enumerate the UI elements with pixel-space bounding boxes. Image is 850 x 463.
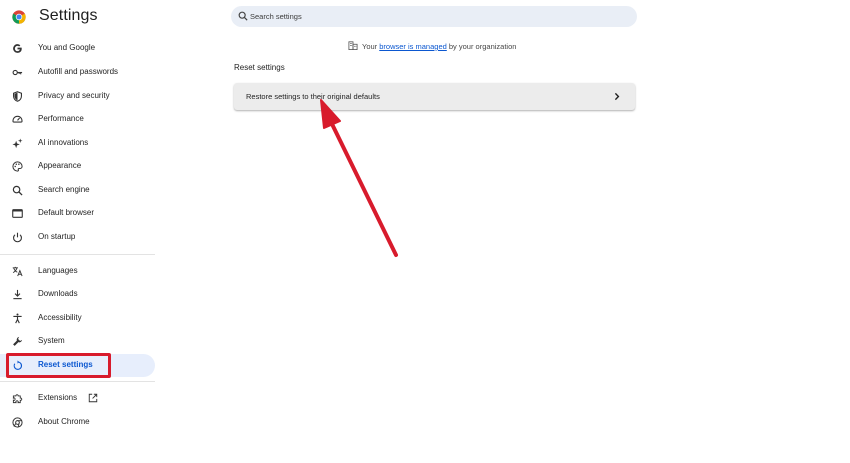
sidebar-item-you-and-google[interactable]: You and Google	[0, 37, 155, 60]
power-icon	[13, 232, 22, 243]
sidebar-item-label: You and Google	[38, 43, 96, 52]
sidebar-item-extensions[interactable]: Extensions	[0, 387, 155, 410]
sidebar-item-label: Appearance	[38, 161, 82, 170]
sidebar-item-label: Extensions	[38, 393, 78, 402]
sidebar-item-label: Downloads	[38, 289, 78, 298]
search-bar[interactable]	[231, 6, 637, 27]
sidebar-item-system[interactable]: System	[0, 330, 155, 353]
managed-prefix: Your	[362, 42, 380, 51]
sidebar-item-label: Languages	[38, 266, 78, 275]
search-input[interactable]	[250, 6, 620, 27]
sidebar-item-on-startup[interactable]: On startup	[0, 226, 155, 249]
restore-defaults-label: Restore settings to their original defau…	[246, 92, 380, 101]
sidebar-item-languages[interactable]: Languages	[0, 260, 155, 283]
key-icon	[12, 69, 23, 76]
building-icon	[348, 41, 358, 50]
sidebar-item-performance[interactable]: Performance	[0, 108, 155, 131]
external-link-icon	[88, 393, 98, 403]
translate-icon	[12, 266, 23, 277]
google-g-icon	[13, 44, 22, 53]
chrome-icon	[12, 417, 23, 428]
sidebar-item-label: About Chrome	[38, 417, 90, 426]
sidebar-item-label: On startup	[38, 232, 76, 241]
sidebar-item-accessibility[interactable]: Accessibility	[0, 307, 155, 330]
sidebar-item-about-chrome[interactable]: About Chrome	[0, 411, 155, 434]
sidebar-divider	[0, 381, 155, 382]
speedometer-icon	[12, 115, 23, 123]
shield-icon	[13, 91, 22, 102]
browser-managed-link[interactable]: browser is managed	[379, 42, 447, 51]
sidebar-item-label: AI innovations	[38, 138, 89, 147]
sidebar-item-downloads[interactable]: Downloads	[0, 283, 155, 306]
sidebar-item-appearance[interactable]: Appearance	[0, 155, 155, 178]
search-icon	[12, 185, 23, 196]
sidebar-item-label: Default browser	[38, 208, 95, 217]
sidebar-item-label: Search engine	[38, 185, 90, 194]
section-title: Reset settings	[234, 63, 285, 72]
wrench-icon	[13, 336, 23, 346]
chevron-right-icon	[614, 92, 620, 101]
sidebar-item-label: Accessibility	[38, 313, 82, 322]
sidebar-item-ai-innovations[interactable]: AI innovations	[0, 132, 155, 155]
sidebar-item-label: Autofill and passwords	[38, 67, 119, 76]
sidebar-divider	[0, 254, 155, 255]
search-icon	[238, 11, 248, 21]
sparkle-icon	[12, 138, 23, 149]
sidebar-item-autofill[interactable]: Autofill and passwords	[0, 61, 155, 84]
palette-icon	[12, 161, 23, 172]
download-icon	[13, 289, 22, 300]
sidebar-item-search-engine[interactable]: Search engine	[0, 179, 155, 202]
page-title: Settings	[39, 7, 98, 24]
chrome-logo-icon	[12, 10, 26, 24]
restore-defaults-row[interactable]: Restore settings to their original defau…	[234, 83, 635, 110]
sidebar-item-label: Privacy and security	[38, 91, 110, 100]
managed-suffix: by your organization	[446, 42, 517, 51]
puzzle-icon	[12, 394, 23, 404]
accessibility-icon	[13, 313, 22, 324]
sidebar-item-label: Performance	[38, 114, 84, 123]
sidebar-item-privacy[interactable]: Privacy and security	[0, 85, 155, 108]
managed-notice: Your browser is managed by your organiza…	[348, 41, 516, 51]
annotation-highlight-box	[6, 353, 111, 378]
sidebar-item-label: System	[38, 336, 65, 345]
sidebar-item-default-browser[interactable]: Default browser	[0, 202, 155, 225]
browser-window-icon	[12, 209, 23, 218]
